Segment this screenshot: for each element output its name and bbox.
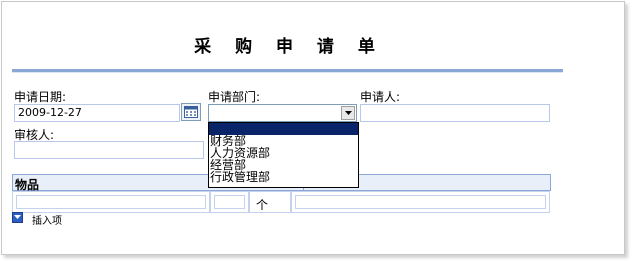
department-select-arrow[interactable]	[341, 106, 355, 120]
item-name-input[interactable]	[16, 195, 206, 209]
date-input[interactable]: 2009-12-27	[14, 104, 180, 122]
title-divider-shadow	[12, 72, 563, 73]
reviewer-input[interactable]	[14, 141, 204, 159]
item-unit-text: 个	[256, 198, 269, 212]
calendar-icon	[184, 106, 198, 118]
item-remark-input[interactable]	[295, 195, 546, 209]
chevron-down-icon	[344, 111, 352, 115]
item-quantity-cell	[210, 191, 249, 213]
department-label: 申请部门:	[208, 90, 261, 104]
applicant-label: 申请人:	[360, 90, 401, 104]
dropdown-option-admin[interactable]: 行政管理部	[209, 171, 358, 183]
department-select[interactable]	[208, 104, 357, 122]
item-name-cell	[12, 191, 210, 213]
applicant-input[interactable]	[360, 104, 550, 122]
triangle-down-icon	[14, 215, 21, 219]
item-unit-cell: 个	[249, 191, 291, 213]
form-title: 采 购 申 请 单	[194, 37, 384, 57]
department-dropdown-list: 财务部 人力资源部 经营部 行政管理部	[208, 122, 359, 188]
insert-item-label[interactable]: 插入项	[32, 212, 62, 227]
item-remark-cell	[291, 191, 550, 213]
date-picker-button[interactable]	[181, 103, 201, 121]
insert-dropdown-icon[interactable]	[12, 212, 23, 223]
date-label: 申请日期:	[14, 90, 67, 104]
item-quantity-input[interactable]	[214, 195, 245, 209]
